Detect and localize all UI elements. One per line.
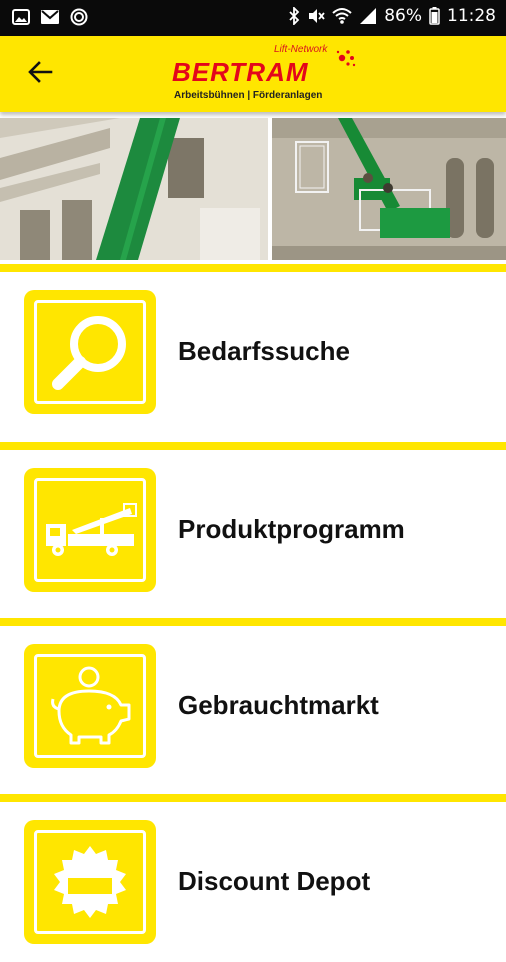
battery-percent: 86%	[384, 6, 422, 26]
logo-brand: BERTRAM	[172, 57, 309, 87]
separator	[0, 264, 506, 272]
logo-tagline: Arbeitsbühnen | Förderanlagen	[174, 90, 323, 101]
sale-tag-icon	[24, 820, 156, 944]
status-bar: 86% 11:28	[0, 0, 506, 36]
separator	[0, 618, 506, 626]
menu-item-discount-depot[interactable]: Discount Depot	[0, 802, 506, 962]
logo-network-label: Lift-Network	[274, 44, 328, 55]
bluetooth-icon	[288, 7, 300, 25]
wifi-icon	[332, 7, 352, 25]
menu-item-label: Gebrauchtmarkt	[178, 690, 379, 720]
signal-icon	[359, 7, 377, 25]
bertram-logo[interactable]: Lift-Network BERTRAM Arbeitsbühnen | För…	[170, 44, 360, 106]
hero-image	[0, 118, 506, 260]
menu-item-produktprogramm[interactable]: Produktprogramm	[0, 450, 506, 610]
logo-dots-icon	[334, 48, 358, 77]
back-button[interactable]	[20, 56, 60, 92]
separator	[0, 442, 506, 450]
battery-icon	[429, 7, 440, 25]
menu-item-label: Bedarfssuche	[178, 336, 350, 366]
truck-lift-icon	[24, 468, 156, 592]
menu-item-label: Produktprogramm	[178, 514, 405, 544]
menu-item-gebrauchtmarkt[interactable]: Gebrauchtmarkt	[0, 626, 506, 786]
app-bar: Lift-Network BERTRAM Arbeitsbühnen | För…	[0, 36, 506, 112]
mute-icon	[307, 7, 325, 25]
separator	[0, 794, 506, 802]
mail-icon	[40, 9, 60, 25]
piggy-bank-icon	[24, 644, 156, 768]
menu-item-label: Discount Depot	[178, 866, 371, 896]
menu-item-bedarfssuche[interactable]: Bedarfssuche	[0, 272, 506, 432]
record-icon	[70, 8, 88, 26]
image-icon	[12, 9, 30, 25]
arrow-left-icon	[27, 60, 53, 89]
magnifier-icon	[24, 290, 156, 414]
clock: 11:28	[447, 6, 496, 26]
